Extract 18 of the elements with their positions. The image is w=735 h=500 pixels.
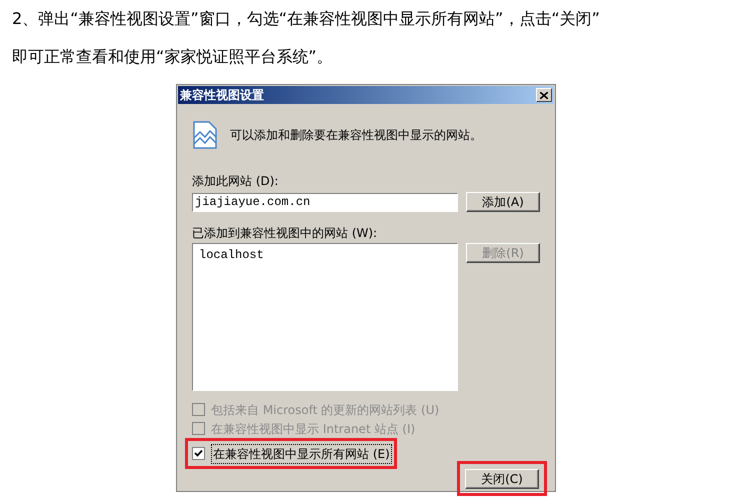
instruction-text: 即可正常查看和使用“家家悦证照平台系统”。 — [12, 46, 334, 68]
checkbox-label: 在兼容性视图中显示 Intranet 站点 (I) — [211, 420, 416, 438]
close-icon — [540, 92, 548, 98]
checkmark-icon — [194, 449, 203, 458]
list-item[interactable]: localhost — [199, 247, 451, 263]
description-text: 可以添加和删除要在兼容性视图中显示的网站。 — [230, 127, 482, 144]
checkbox[interactable] — [192, 447, 205, 460]
window-title: 兼容性视图设置 — [180, 87, 264, 104]
instruction-text: 2、弹出“兼容性视图设置”窗口，勾选“在兼容性视图中显示所有网站”，点击“关闭” — [12, 8, 601, 30]
field-label: 添加此网站 (D): — [192, 173, 280, 190]
website-input[interactable]: jiajiayue.com.cn — [192, 192, 458, 212]
close-button[interactable] — [536, 88, 552, 102]
checkbox-label: 在兼容性视图中显示所有网站 (E) — [211, 444, 392, 464]
list-label: 已添加到兼容性视图中的网站 (W): — [192, 225, 378, 242]
add-button[interactable]: 添加(A) — [466, 192, 540, 212]
close-dialog-button[interactable]: 关闭(C) — [465, 468, 539, 488]
document-icon — [192, 120, 218, 150]
checkbox-label: 包括来自 Microsoft 的更新的网站列表 (U) — [211, 402, 440, 418]
